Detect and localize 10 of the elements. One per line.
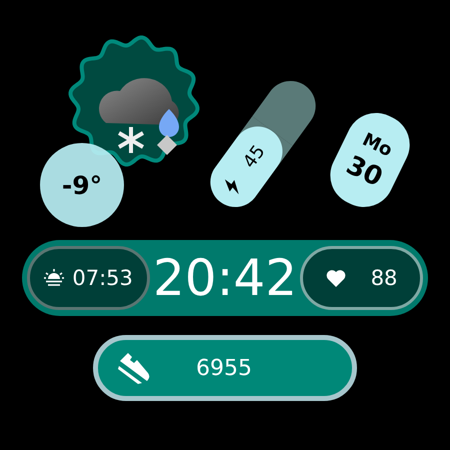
heart-rate-value: 88 xyxy=(370,266,398,290)
temperature: -9° xyxy=(40,143,124,227)
sunrise-icon xyxy=(44,269,64,287)
heart-icon xyxy=(326,269,346,287)
snow-cloud-icon xyxy=(99,78,179,155)
sunrise-time: 07:53 xyxy=(72,266,133,290)
step-count: 6955 xyxy=(196,356,252,380)
shoe-icon xyxy=(118,351,152,385)
battery-value: 45 xyxy=(238,141,270,172)
clock-time: 20:42 xyxy=(152,249,298,307)
